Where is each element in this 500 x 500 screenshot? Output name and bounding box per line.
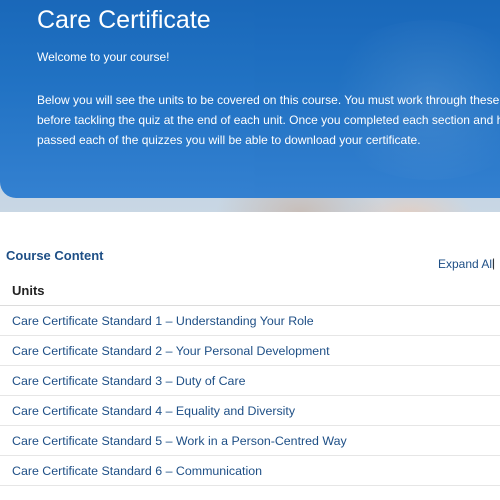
intro-line: passed each of the quizzes you will be a… (37, 133, 421, 147)
unit-link-standard-5[interactable]: Care Certificate Standard 5 – Work in a … (0, 426, 500, 456)
course-page: Care Certificate Welcome to your course!… (0, 0, 500, 500)
course-content-heading: Course Content (6, 248, 104, 263)
intro-line: before tackling the quiz at the end of e… (37, 113, 500, 127)
unit-link-standard-4[interactable]: Care Certificate Standard 4 – Equality a… (0, 396, 500, 426)
unit-link-standard-3[interactable]: Care Certificate Standard 3 – Duty of Ca… (0, 366, 500, 396)
course-title: Care Certificate (37, 6, 211, 34)
course-banner: Care Certificate Welcome to your course!… (0, 0, 500, 212)
units-column-header: Units (0, 276, 500, 306)
unit-link-standard-2[interactable]: Care Certificate Standard 2 – Your Perso… (0, 336, 500, 366)
units-table: Units Care Certificate Standard 1 – Unde… (0, 276, 500, 486)
expand-all-link[interactable]: Expand All (438, 257, 495, 271)
unit-link-standard-6[interactable]: Care Certificate Standard 6 – Communicat… (0, 456, 500, 486)
welcome-text: Welcome to your course! (37, 50, 170, 64)
unit-link-standard-1[interactable]: Care Certificate Standard 1 – Understand… (0, 306, 500, 336)
intro-line: Below you will see the units to be cover… (37, 93, 500, 107)
intro-text: Below you will see the units to be cover… (37, 90, 500, 150)
link-separator: | (492, 256, 496, 270)
